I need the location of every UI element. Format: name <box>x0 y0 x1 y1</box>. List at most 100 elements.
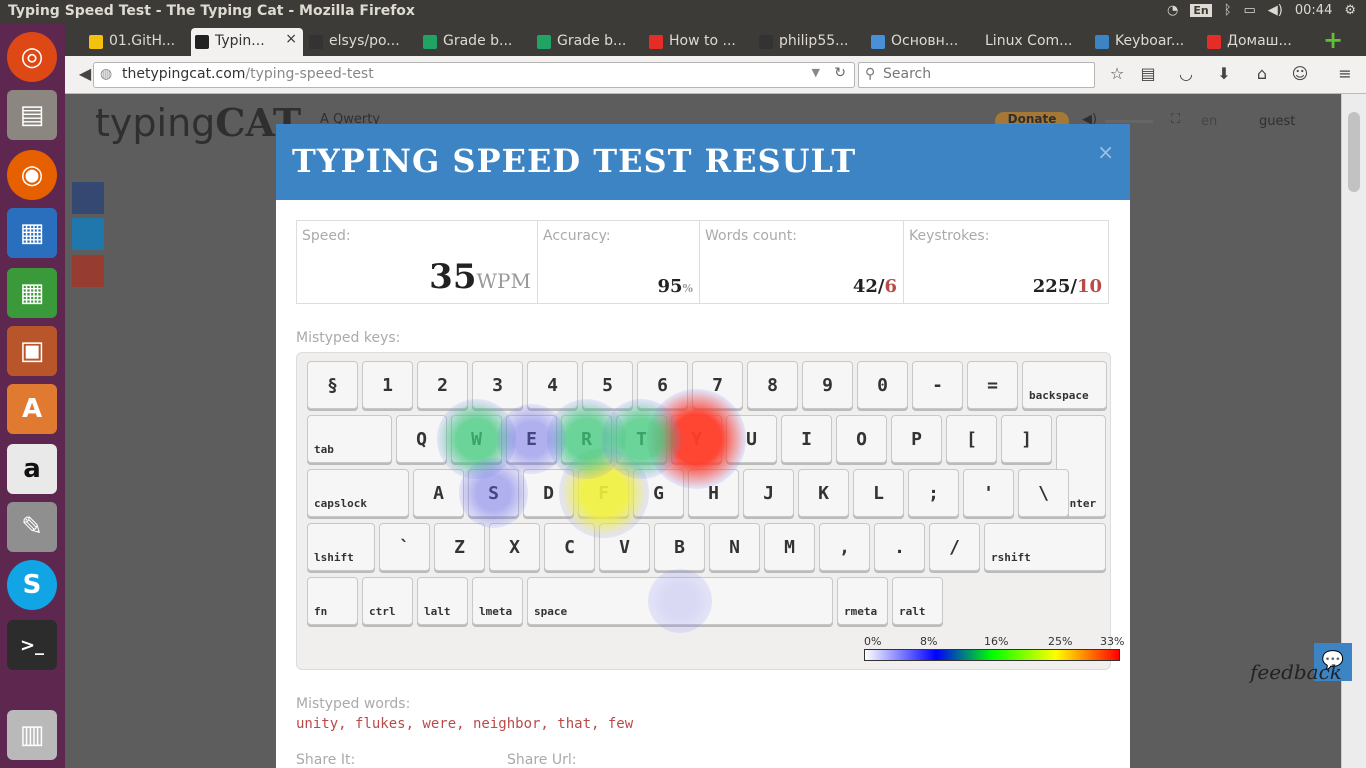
tab-close-icon[interactable]: × <box>285 31 297 47</box>
tab-7[interactable]: Основн... <box>867 28 977 56</box>
keyboard-heatmap: 0% 8% 16% 25% 33% § 1 2 3 4 5 6 7 8 9 0 - = backspace tab Q… <box>296 352 1124 670</box>
tab-8[interactable]: Linux Com... <box>977 28 1091 56</box>
pocket-icon[interactable]: ◡ <box>1176 64 1196 84</box>
tab-2[interactable]: elsys/po... <box>305 28 419 56</box>
key-label: W <box>471 429 482 450</box>
key-label: Z <box>454 537 465 558</box>
skype-icon[interactable]: S <box>7 560 57 610</box>
software-center-icon[interactable]: A <box>7 384 57 434</box>
ubuntu-dash-icon[interactable]: ◎ <box>7 32 57 82</box>
firefox-icon[interactable]: ◉ <box>7 150 57 200</box>
key-tab: tab <box>307 415 392 463</box>
legend-tick-label: 0% <box>864 635 882 648</box>
tab-3[interactable]: Grade b... <box>419 28 531 56</box>
amazon-icon[interactable]: a <box>7 444 57 494</box>
new-tab-icon[interactable]: + <box>1323 26 1343 54</box>
tab-10[interactable]: Домаш... <box>1203 28 1307 56</box>
volume-icon[interactable]: ◀) <box>1268 3 1283 18</box>
share-url-label: Share Url: <box>507 752 577 768</box>
system-settings-icon[interactable]: ✎ <box>7 502 57 552</box>
tab-4[interactable]: Grade b... <box>533 28 645 56</box>
impress-icon[interactable]: ▣ <box>7 326 57 376</box>
feedback-link[interactable]: feedback <box>1250 660 1342 684</box>
key-label: E <box>526 429 537 450</box>
key-label: P <box>911 429 922 450</box>
wifi-icon[interactable]: ◔ <box>1167 3 1178 18</box>
terminal-icon[interactable]: >_ <box>7 620 57 670</box>
tab-label: elsys/po... <box>329 33 400 49</box>
calc-icon[interactable]: ▦ <box>7 268 57 318</box>
download-icon[interactable]: ⬇ <box>1214 64 1234 84</box>
key-label: Q <box>416 429 427 450</box>
key-char: R <box>561 415 612 463</box>
chat-icon[interactable]: ☺ <box>1290 64 1310 84</box>
key-char: 3 <box>472 361 523 409</box>
keyboard-layout-indicator[interactable]: En <box>1190 4 1212 17</box>
trash-icon[interactable]: ▥ <box>7 710 57 760</box>
key-fn: fn <box>307 577 358 625</box>
key-char: B <box>654 523 705 571</box>
accuracy-stat: Accuracy: 95% <box>538 221 700 303</box>
key-rshift: rshift <box>984 523 1106 571</box>
key-label: 2 <box>437 375 448 396</box>
key-label: - <box>932 375 943 396</box>
dropdown-icon[interactable]: ▼ <box>812 66 820 79</box>
key-label: ralt <box>899 605 926 618</box>
tab-9[interactable]: Keyboar... <box>1091 28 1203 56</box>
key-char: P <box>891 415 942 463</box>
key-label: O <box>856 429 867 450</box>
key-label: [ <box>966 429 977 450</box>
files-icon[interactable]: ▤ <box>7 90 57 140</box>
reload-icon[interactable]: ↻ <box>834 65 846 81</box>
key-lmeta: lmeta <box>472 577 523 625</box>
tab-label: Grade b... <box>443 33 513 49</box>
bluetooth-icon[interactable]: ᛒ <box>1224 3 1232 18</box>
bookmark-star-icon[interactable]: ☆ <box>1107 64 1127 84</box>
close-icon[interactable]: × <box>1097 140 1114 164</box>
key-char: 2 <box>417 361 468 409</box>
tab-label: Grade b... <box>557 33 627 49</box>
tab-5[interactable]: How to ... <box>645 28 759 56</box>
scrollbar-thumb[interactable] <box>1348 112 1360 192</box>
home-icon[interactable]: ⌂ <box>1252 64 1272 84</box>
tab-1[interactable]: Typin... × <box>191 28 303 56</box>
tab-0[interactable]: 01.GitH... <box>85 28 191 56</box>
back-icon[interactable]: ◀ <box>75 64 95 84</box>
key-char: , <box>819 523 870 571</box>
words-value: 42 <box>852 276 878 297</box>
search-input[interactable]: ⚲ Search <box>858 62 1095 88</box>
key-label: / <box>949 537 960 558</box>
settings-gear-icon[interactable]: ⚙ <box>1344 3 1356 18</box>
key-char: M <box>764 523 815 571</box>
tab-label: Keyboar... <box>1115 33 1185 49</box>
tab-favicon-icon <box>1095 35 1109 49</box>
url-bar[interactable]: ◍ thetypingcat.com/typing-speed-test ▼ ↻ <box>93 62 855 88</box>
key-label: 4 <box>547 375 558 396</box>
tab-6[interactable]: philip55... <box>755 28 867 56</box>
clock[interactable]: 00:44 <box>1295 3 1332 18</box>
key-char: 6 <box>637 361 688 409</box>
key-char: 1 <box>362 361 413 409</box>
key-label: tab <box>314 443 334 456</box>
share-label: Share It: <box>296 752 356 768</box>
menu-icon[interactable]: ≡ <box>1335 64 1355 84</box>
battery-icon[interactable]: ▭ <box>1244 3 1256 18</box>
key-lalt: lalt <box>417 577 468 625</box>
tab-favicon-icon <box>649 35 663 49</box>
key-char: H <box>688 469 739 517</box>
tab-favicon-icon <box>423 35 437 49</box>
key-char: [ <box>946 415 997 463</box>
key-char: U <box>726 415 777 463</box>
key-char: O <box>836 415 887 463</box>
writer-icon[interactable]: ▦ <box>7 208 57 258</box>
key-char: E <box>506 415 557 463</box>
key-char: L <box>853 469 904 517</box>
key-label: I <box>801 429 812 450</box>
key-label: ' <box>983 483 994 504</box>
key-label: A <box>433 483 444 504</box>
reading-list-icon[interactable]: ▤ <box>1138 64 1158 84</box>
mistyped-words-label: Mistyped words: <box>296 696 411 712</box>
tab-favicon-icon <box>1207 35 1221 49</box>
legend-tick-label: 8% <box>920 635 938 648</box>
words-stat: Words count: 42/6 <box>700 221 904 303</box>
